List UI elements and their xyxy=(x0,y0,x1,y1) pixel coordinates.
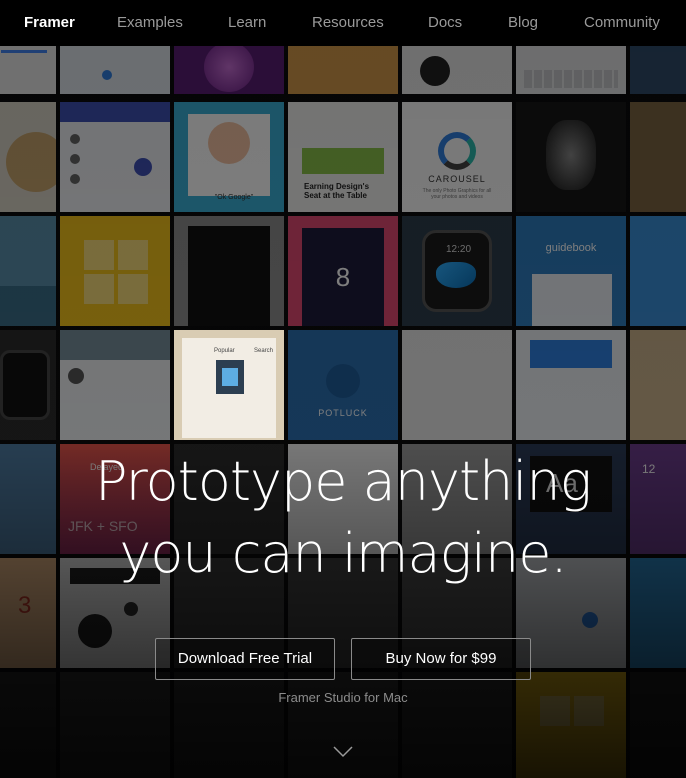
nav-item-blog[interactable]: Blog xyxy=(508,0,538,46)
tile-row6-c xyxy=(174,672,284,778)
chevron-down-icon[interactable] xyxy=(333,745,353,763)
tile-guidebook: guidebook xyxy=(516,216,626,326)
download-free-trial-button[interactable]: Download Free Trial xyxy=(155,638,335,680)
tile-row6-e xyxy=(402,672,512,778)
tile-form-list xyxy=(516,330,626,440)
buy-now-button[interactable]: Buy Now for $99 xyxy=(351,638,531,680)
tile-carousel-caption: The only Photo Graphics for all your pho… xyxy=(422,188,492,200)
tile-potluck: POTLUCK xyxy=(288,330,398,440)
nav-item-community[interactable]: Community xyxy=(584,0,660,46)
tile-row6-a xyxy=(0,672,56,778)
tile-potluck-title: POTLUCK xyxy=(318,408,368,418)
nav-brand-framer[interactable]: Framer xyxy=(24,0,75,46)
tile-profile-feed xyxy=(60,330,170,440)
example-tile-grid: "Ok Google" Earning Design's Seat at the… xyxy=(0,46,686,778)
tile-watch-time: 12:20 xyxy=(446,244,472,255)
tile-portrait-photo xyxy=(516,102,626,212)
tile-ok-google: "Ok Google" xyxy=(174,102,284,212)
hero-headline-line2: you can imagine. xyxy=(119,522,567,585)
hero-headline-line1: Prototype anything xyxy=(95,450,592,513)
nav-item-docs[interactable]: Docs xyxy=(428,0,462,46)
tile-watch: 12:20 xyxy=(402,216,512,326)
nav-item-examples[interactable]: Examples xyxy=(117,0,183,46)
tile-level-number: 8 xyxy=(335,262,351,292)
tile-article-title: Earning Design's Seat at the Table xyxy=(304,182,370,200)
tile-article: Earning Design's Seat at the Table xyxy=(288,102,398,212)
tile-settings-screen xyxy=(402,330,512,440)
tile-popular-app: Popular Search xyxy=(174,330,284,440)
tile-bridge-photo xyxy=(630,102,686,212)
top-nav: Framer Examples Learn Resources Docs Blo… xyxy=(0,0,686,46)
tile-ink-blot xyxy=(402,46,512,94)
tile-orange xyxy=(288,46,398,94)
tile-dark-list xyxy=(174,216,284,326)
tile-food xyxy=(0,102,56,212)
tile-google-search xyxy=(0,46,56,94)
tile-carousel-title: CAROUSEL xyxy=(428,174,486,184)
tile-carousel: CAROUSEL The only Photo Graphics for all… xyxy=(402,102,512,212)
tile-inbox-list xyxy=(60,102,170,212)
tile-profile-card xyxy=(630,330,686,440)
tile-row6-yellow xyxy=(516,672,626,778)
hero-subtitle: Framer Studio for Mac xyxy=(278,690,408,705)
tile-weather xyxy=(630,216,686,326)
nav-item-learn[interactable]: Learn xyxy=(228,0,266,46)
tile-map-app xyxy=(60,46,170,94)
tile-number-3: 3 xyxy=(18,592,32,619)
tile-yellow-grid xyxy=(60,216,170,326)
tile-popular-label: Popular xyxy=(214,348,235,354)
tile-watch-side xyxy=(0,330,56,440)
tile-guidebook-name: guidebook xyxy=(545,242,597,254)
tile-keyboard xyxy=(516,46,626,94)
tile-level-game: 8 xyxy=(288,216,398,326)
nav-item-resources[interactable]: Resources xyxy=(312,0,384,46)
tile-row6-g xyxy=(630,672,686,778)
tile-flower xyxy=(174,46,284,94)
tile-blue-edge xyxy=(630,46,686,94)
tile-ok-google-caption: "Ok Google" xyxy=(214,194,254,201)
tile-sea xyxy=(0,216,56,326)
tile-row6-b xyxy=(60,672,170,778)
tile-search-label: Search xyxy=(254,348,274,354)
